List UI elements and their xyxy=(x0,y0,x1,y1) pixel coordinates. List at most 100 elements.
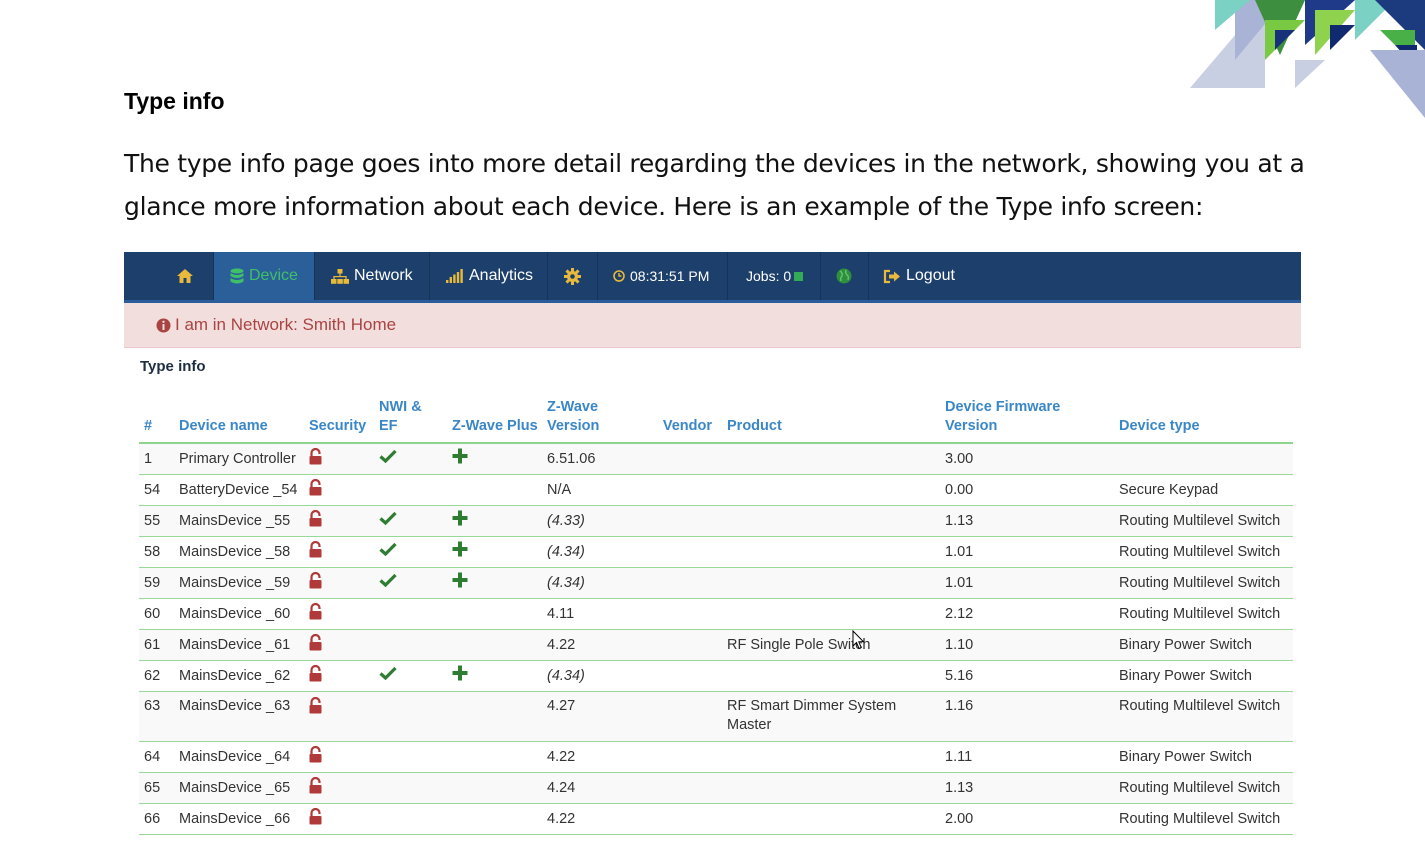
cell-num: 60 xyxy=(139,598,174,630)
cell-nwi-ef xyxy=(374,660,447,692)
nav-globe[interactable] xyxy=(821,252,869,300)
check-icon xyxy=(379,449,397,467)
cell-num: 66 xyxy=(139,803,174,835)
plus-icon xyxy=(452,572,468,592)
sitemap-icon xyxy=(331,268,349,284)
check-icon xyxy=(379,666,397,684)
nav-jobs[interactable]: Jobs: 0 xyxy=(728,252,821,300)
cell-vendor xyxy=(657,505,722,537)
cell-zwave-plus xyxy=(447,567,542,599)
table-row[interactable]: 65 MainsDevice _65 4.24 1.13 Routing Multile… xyxy=(139,772,1293,804)
cell-device-type: Binary Power Switch xyxy=(1114,660,1293,692)
cell-nwi-ef xyxy=(374,691,447,742)
document-heading: Type info xyxy=(124,88,225,114)
cell-vendor xyxy=(657,598,722,630)
cell-product xyxy=(722,803,940,835)
table-row[interactable]: 59 MainsDevice _59 (4.34) 1.01 Routing Multi… xyxy=(139,567,1293,599)
cell-device-name: MainsDevice _59 xyxy=(174,567,304,599)
table-row[interactable]: 66 MainsDevice _66 4.22 2.00 Routing Multile… xyxy=(139,803,1293,835)
nav-analytics[interactable]: Analytics xyxy=(430,252,548,300)
plus-icon xyxy=(452,541,468,561)
cell-device-name: BatteryDevice _54 xyxy=(174,474,304,506)
check-icon xyxy=(379,542,397,560)
network-alert: I am in Network: Smith Home xyxy=(124,303,1301,348)
cell-nwi-ef xyxy=(374,505,447,537)
cell-zwave-plus xyxy=(447,741,542,773)
database-icon xyxy=(230,268,244,285)
lock-open-icon xyxy=(309,776,322,798)
table-row[interactable]: 1 Primary Controller 6.51.06 3.00 xyxy=(139,443,1293,475)
cell-zwave-plus xyxy=(447,474,542,506)
lock-open-icon xyxy=(309,633,322,655)
logout-icon xyxy=(883,269,901,284)
cell-firmware: 1.16 xyxy=(940,691,1114,742)
cell-zwave-plus xyxy=(447,691,542,742)
mouse-cursor-icon xyxy=(852,630,865,650)
lock-open-icon xyxy=(309,447,322,469)
cell-security xyxy=(304,803,374,835)
cell-firmware: 1.13 xyxy=(940,772,1114,804)
table-row[interactable]: 54 BatteryDevice _54 N/A 0.00 Secure Keypad xyxy=(139,474,1293,506)
table-row[interactable]: 64 MainsDevice _64 4.22 1.11 Binary Power Sw… xyxy=(139,741,1293,773)
table-row[interactable]: 58 MainsDevice _58 (4.34) 1.01 Routing Multi… xyxy=(139,536,1293,568)
cell-nwi-ef xyxy=(374,443,447,475)
nav-settings[interactable] xyxy=(548,252,598,300)
col-header-device-type[interactable]: Device type xyxy=(1114,398,1293,444)
nav-device[interactable]: Device xyxy=(214,252,315,300)
nav-logout-label: Logout xyxy=(906,267,955,284)
nav-home[interactable] xyxy=(164,252,214,300)
table-row[interactable]: 61 MainsDevice _61 4.22 RF Single Pole Swit… xyxy=(139,629,1293,661)
cell-device-name: MainsDevice _66 xyxy=(174,803,304,835)
nav-network[interactable]: Network xyxy=(315,252,430,300)
cell-device-type: Routing Multilevel Switch xyxy=(1114,598,1293,630)
nav-device-label: Device xyxy=(249,267,298,284)
status-square-icon xyxy=(794,271,804,281)
table-row[interactable]: 60 MainsDevice _60 4.11 2.12 Routing Multile… xyxy=(139,598,1293,630)
nav-logout[interactable]: Logout xyxy=(869,252,974,300)
col-header-vendor[interactable]: Vendor xyxy=(657,398,722,444)
col-header-security[interactable]: Security xyxy=(304,398,374,444)
col-header-nwi-ef[interactable]: NWI & EF xyxy=(374,398,447,444)
cell-product xyxy=(722,660,940,692)
cell-product xyxy=(722,772,940,804)
lock-open-icon xyxy=(309,696,322,718)
nav-clock: 08:31:51 PM xyxy=(598,252,728,300)
cell-vendor xyxy=(657,629,722,661)
col-header-zwave-plus[interactable]: Z-Wave Plus xyxy=(447,398,542,444)
cell-zwave-version: (4.34) xyxy=(542,567,657,599)
cell-zwave-plus xyxy=(447,803,542,835)
cell-zwave-version: 4.27 xyxy=(542,691,657,742)
cell-device-type: Secure Keypad xyxy=(1114,474,1293,506)
cell-product xyxy=(722,474,940,506)
table-row[interactable]: 62 MainsDevice _62 (4.34) 5.16 Binary Power … xyxy=(139,660,1293,692)
col-header-firmware[interactable]: Device Firmware Version xyxy=(940,398,1114,444)
cell-firmware: 5.16 xyxy=(940,660,1114,692)
cell-zwave-version: 4.22 xyxy=(542,741,657,773)
table-row[interactable]: 63 MainsDevice _63 4.27 RF Smart Dimmer Sys… xyxy=(139,691,1293,742)
cell-firmware: 0.00 xyxy=(940,474,1114,506)
signal-icon xyxy=(446,269,464,283)
nav-clock-label: 08:31:51 PM xyxy=(630,268,710,284)
cell-vendor xyxy=(657,741,722,773)
screenshot-panel: Device Network Analytics 08:31:51 PM Job… xyxy=(124,252,1301,852)
col-header-zwave-version[interactable]: Z-Wave Version xyxy=(542,398,657,444)
col-header-num[interactable]: # xyxy=(139,398,174,444)
cell-nwi-ef xyxy=(374,629,447,661)
cell-num: 59 xyxy=(139,567,174,599)
cell-vendor xyxy=(657,474,722,506)
col-header-product[interactable]: Product xyxy=(722,398,940,444)
cell-device-type: Binary Power Switch xyxy=(1114,629,1293,661)
table-row[interactable]: 55 MainsDevice _55 (4.33) 1.13 Routing Multi… xyxy=(139,505,1293,537)
check-icon xyxy=(379,573,397,591)
cell-firmware: 1.01 xyxy=(940,567,1114,599)
gear-icon xyxy=(564,267,581,285)
cell-device-name: MainsDevice _63 xyxy=(174,691,304,742)
type-info-table: # Device name Security NWI & EF Z-Wave P… xyxy=(139,398,1293,835)
cell-num: 63 xyxy=(139,691,174,742)
cell-zwave-plus xyxy=(447,505,542,537)
cell-device-type: Binary Power Switch xyxy=(1114,741,1293,773)
col-header-device-name[interactable]: Device name xyxy=(174,398,304,444)
navbar-spacer xyxy=(124,252,164,300)
cell-device-name: MainsDevice _55 xyxy=(174,505,304,537)
cell-num: 61 xyxy=(139,629,174,661)
